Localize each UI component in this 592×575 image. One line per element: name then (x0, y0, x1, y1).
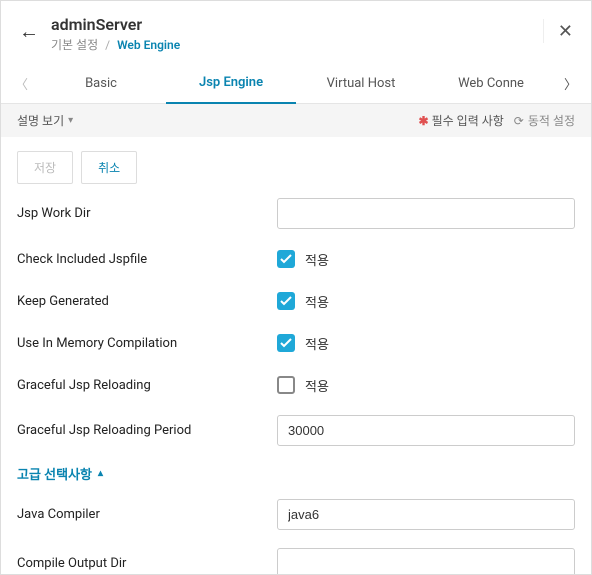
breadcrumb-sep: / (105, 38, 110, 52)
tabs: 〈 Basic Jsp Engine Virtual Host Web Conn… (1, 63, 591, 104)
header: ← adminServer 기본 설정 / Web Engine ✕ (1, 1, 591, 63)
asterisk-icon: ✱ (419, 114, 429, 128)
content: 저장 취소 Jsp Work Dir Check Included Jspfil… (1, 137, 591, 575)
advanced-options-label: 고급 선택사항 (17, 464, 92, 483)
label-keep-generated: Keep Generated (17, 294, 277, 309)
label-compile-output-dir: Compile Output Dir (17, 556, 277, 571)
label-check-included-jspfile: Check Included Jspfile (17, 252, 277, 267)
label-jsp-work-dir: Jsp Work Dir (17, 206, 277, 221)
caret-down-icon: ▾ (68, 115, 73, 126)
checkbox-label: 적용 (305, 376, 329, 395)
save-button[interactable]: 저장 (17, 151, 73, 184)
input-java-compiler[interactable] (277, 499, 575, 530)
required-indicator: ✱ 필수 입력 사항 (419, 112, 504, 129)
checkbox-use-in-memory-compilation[interactable] (277, 334, 295, 352)
advanced-options-toggle[interactable]: 고급 선택사항 ▴ (17, 464, 575, 483)
subbar: 설명 보기 ▾ ✱ 필수 입력 사항 ⟳ 동적 설정 (1, 104, 591, 137)
label-java-compiler: Java Compiler (17, 507, 277, 522)
breadcrumb: 기본 설정 / Web Engine (51, 36, 180, 53)
close-icon[interactable]: ✕ (543, 19, 573, 43)
page-title: adminServer (51, 15, 180, 34)
label-graceful-jsp-reloading: Graceful Jsp Reloading (17, 378, 277, 393)
input-compile-output-dir[interactable] (277, 548, 575, 575)
dynamic-config-label: 동적 설정 (528, 112, 575, 129)
refresh-icon: ⟳ (514, 114, 524, 128)
breadcrumb-root[interactable]: 기본 설정 (51, 38, 98, 52)
required-text: 필수 입력 사항 (432, 114, 504, 128)
tab-scroll-right-icon[interactable]: 〉 (556, 74, 585, 93)
title-block: adminServer 기본 설정 / Web Engine (51, 15, 180, 53)
tab-web-conne[interactable]: Web Conne (426, 64, 556, 103)
tab-basic[interactable]: Basic (36, 64, 166, 103)
input-graceful-jsp-reloading-period[interactable] (277, 415, 575, 446)
button-row: 저장 취소 (17, 151, 575, 184)
checkbox-check-included-jspfile[interactable] (277, 250, 295, 268)
view-description-toggle[interactable]: 설명 보기 ▾ (17, 112, 73, 129)
checkbox-graceful-jsp-reloading[interactable] (277, 376, 295, 394)
tab-scroll-left-icon[interactable]: 〈 (7, 74, 36, 93)
breadcrumb-current: Web Engine (117, 38, 180, 52)
checkbox-keep-generated[interactable] (277, 292, 295, 310)
tab-jsp-engine[interactable]: Jsp Engine (166, 63, 296, 104)
checkbox-label: 적용 (305, 250, 329, 269)
label-use-in-memory-compilation: Use In Memory Compilation (17, 336, 277, 351)
dynamic-config[interactable]: ⟳ 동적 설정 (514, 112, 575, 129)
input-jsp-work-dir[interactable] (277, 198, 575, 229)
caret-up-icon: ▴ (98, 468, 103, 479)
view-description-label: 설명 보기 (17, 112, 64, 129)
tab-virtual-host[interactable]: Virtual Host (296, 64, 426, 103)
cancel-button[interactable]: 취소 (81, 151, 137, 184)
checkbox-label: 적용 (305, 334, 329, 353)
label-graceful-jsp-reloading-period: Graceful Jsp Reloading Period (17, 423, 277, 438)
checkbox-label: 적용 (305, 292, 329, 311)
back-icon[interactable]: ← (19, 19, 39, 44)
